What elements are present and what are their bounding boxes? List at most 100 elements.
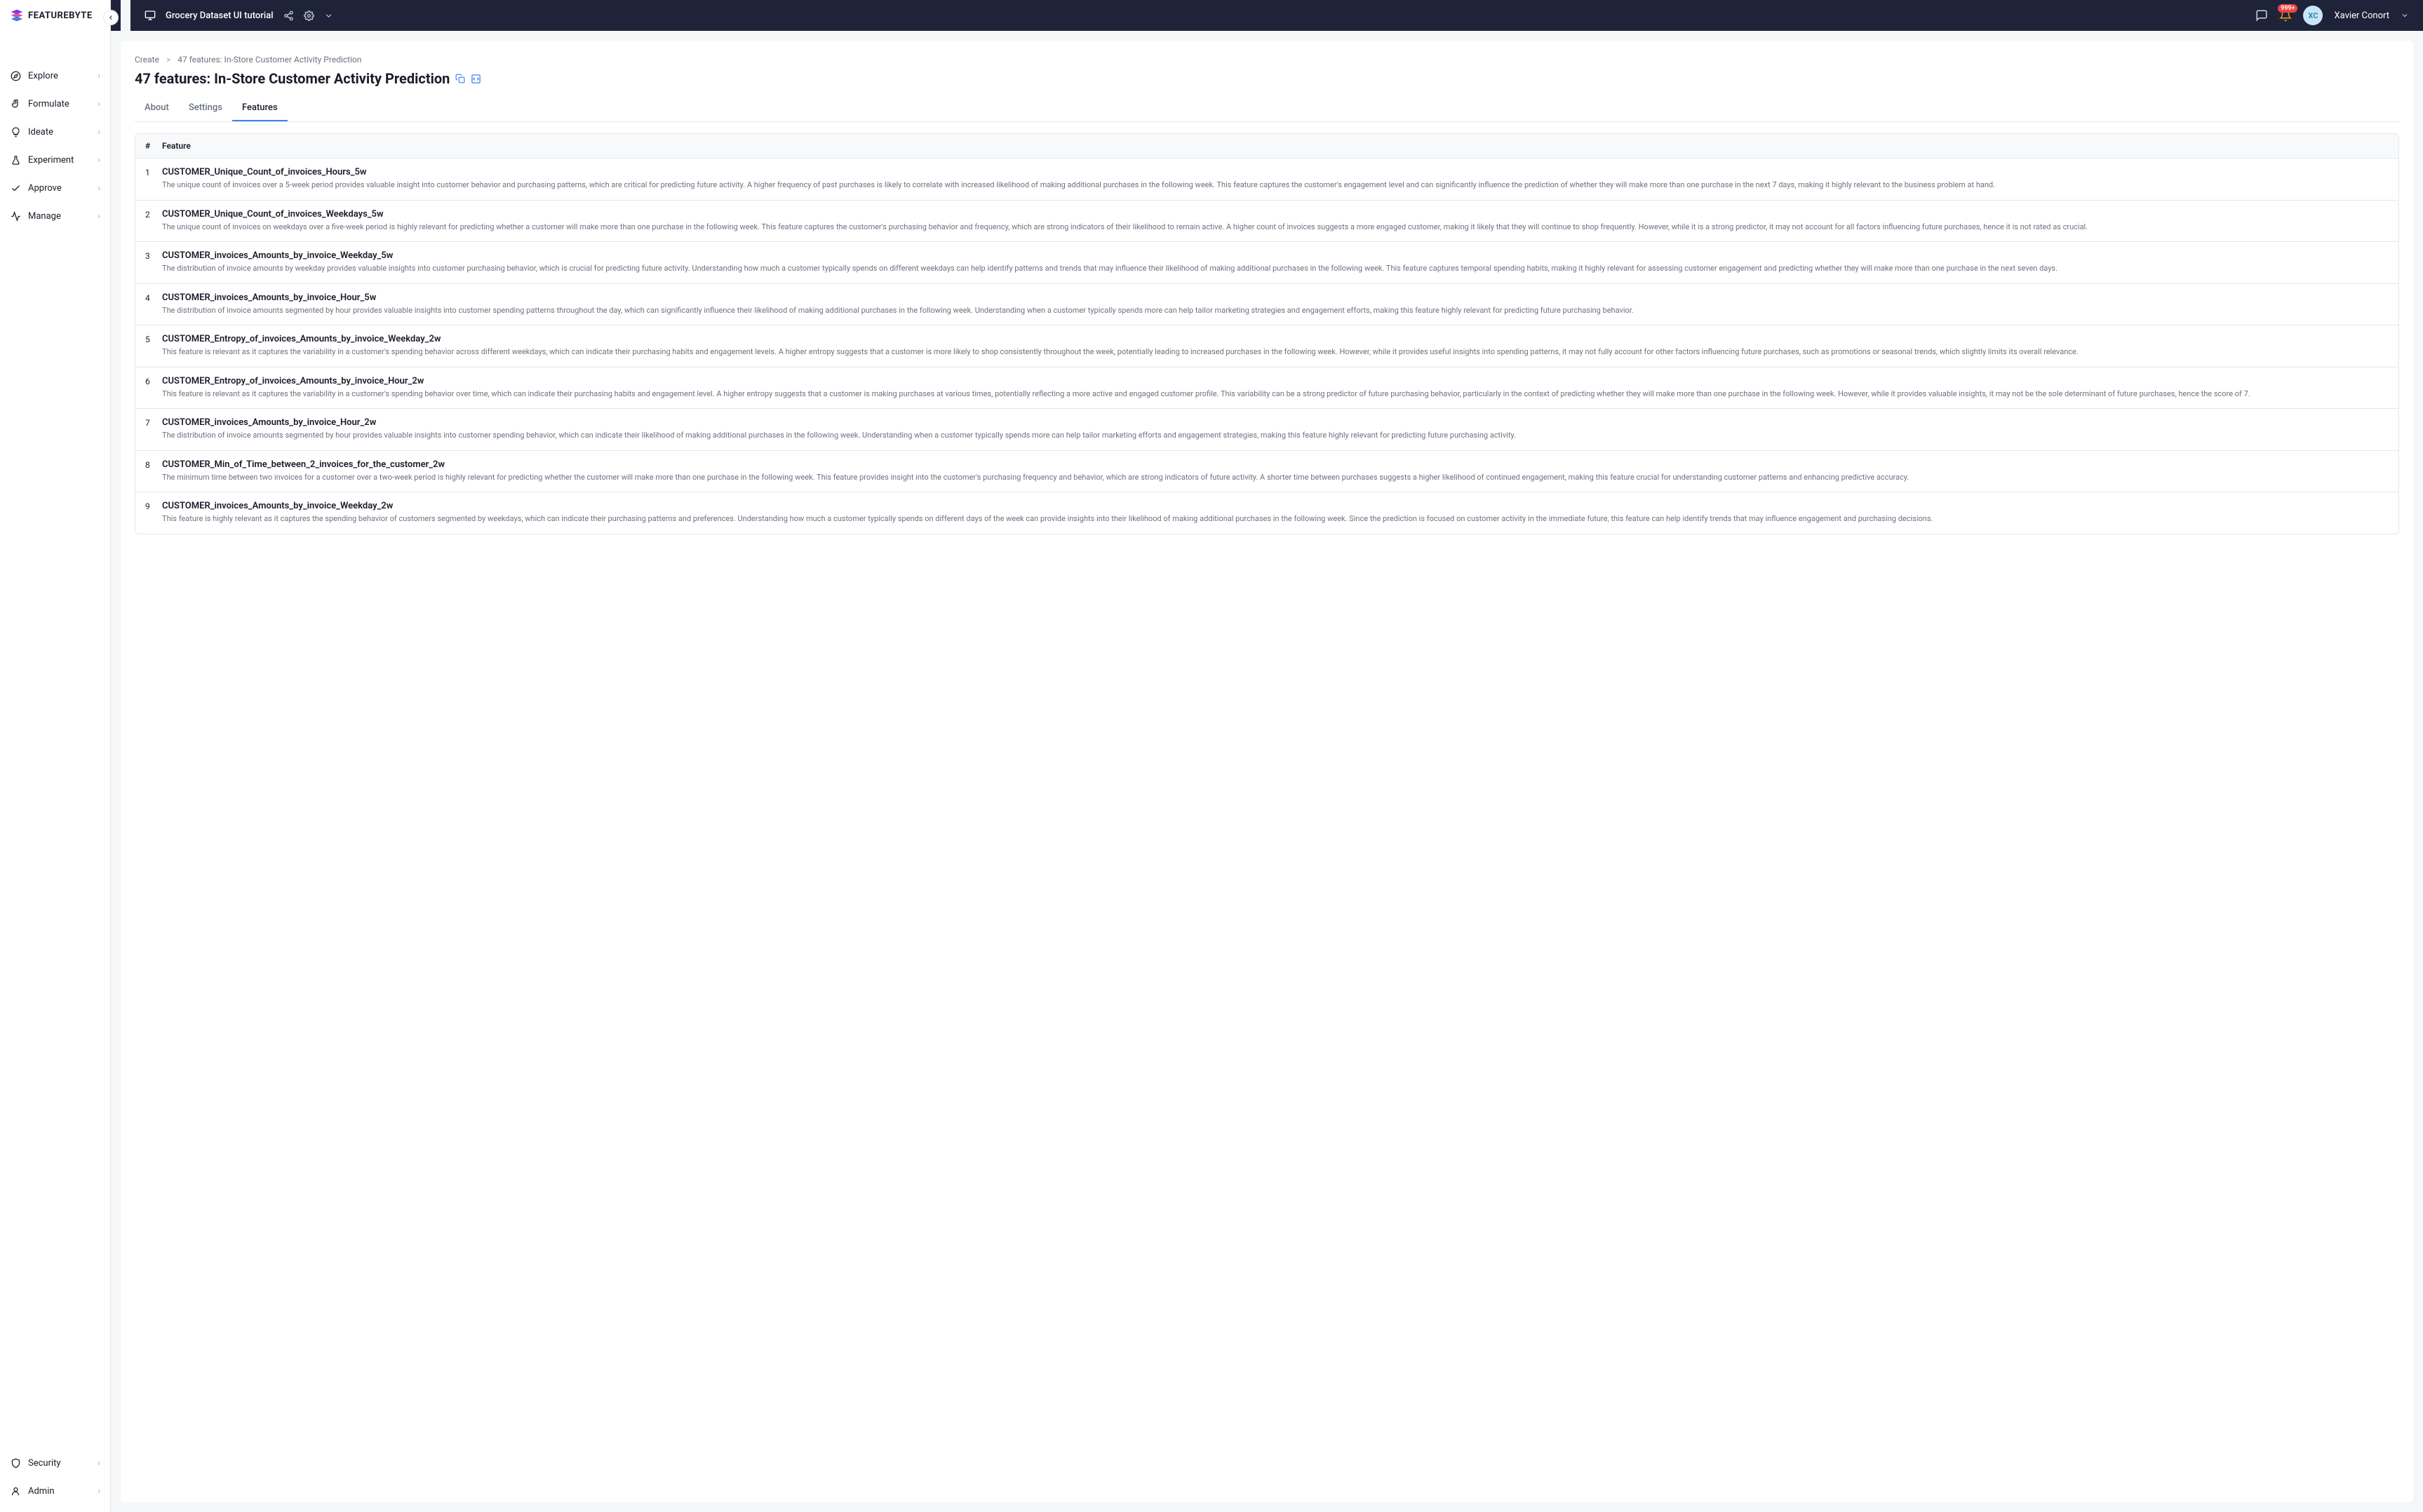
avatar[interactable]: XC <box>2303 6 2323 25</box>
code-icon[interactable] <box>471 74 481 84</box>
sidebar-item-label: Explore <box>28 71 58 81</box>
feature-desc: The distribution of invoice amounts by w… <box>162 263 2389 275</box>
feature-desc: The minimum time between two invoices fo… <box>162 472 2389 484</box>
main-panel: Create > 47 features: In-Store Customer … <box>121 41 2413 1502</box>
notification-badge: 999+ <box>2278 4 2297 13</box>
sidebar-item-label: Approve <box>28 183 62 194</box>
breadcrumb-root[interactable]: Create <box>135 55 159 65</box>
check-icon <box>10 182 21 194</box>
feature-name: CUSTOMER_Unique_Count_of_invoices_Weekda… <box>162 209 2389 220</box>
chevron-right-icon: › <box>98 211 100 221</box>
row-num: 7 <box>145 417 162 428</box>
project-name: Grocery Dataset UI tutorial <box>166 11 274 21</box>
chevron-right-icon: › <box>98 71 100 81</box>
sidebar-item-label: Security <box>28 1458 61 1469</box>
sidebar-item-label: Ideate <box>28 127 53 137</box>
sidebar-item-approve[interactable]: Approve › <box>0 174 110 202</box>
sidebar-item-explore[interactable]: Explore › <box>0 62 110 90</box>
row-num: 8 <box>145 459 162 470</box>
sidebar-item-manage[interactable]: Manage › <box>0 202 110 230</box>
sidebar-item-admin[interactable]: Admin › <box>0 1477 110 1505</box>
tab-settings[interactable]: Settings <box>179 95 232 121</box>
chevron-right-icon: › <box>98 99 100 109</box>
user-icon <box>10 1485 21 1497</box>
chevron-right-icon: › <box>98 127 100 137</box>
sidebar-item-label: Admin <box>28 1486 55 1497</box>
feature-table: # Feature 1CUSTOMER_Unique_Count_of_invo… <box>135 133 2399 534</box>
copy-icon[interactable] <box>455 74 465 83</box>
row-num: 5 <box>145 334 162 344</box>
table-row[interactable]: 9CUSTOMER_invoices_Amounts_by_invoice_We… <box>135 492 2398 534</box>
table-row[interactable]: 4CUSTOMER_invoices_Amounts_by_invoice_Ho… <box>135 284 2398 326</box>
chat-icon[interactable] <box>2255 9 2268 22</box>
gear-icon[interactable] <box>304 11 314 21</box>
user-name: Xavier Conort <box>2334 11 2389 21</box>
chevron-down-icon[interactable] <box>2401 11 2409 20</box>
compass-icon <box>10 70 21 81</box>
sidebar-item-formulate[interactable]: Formulate › <box>0 90 110 118</box>
lightbulb-icon <box>10 126 21 137</box>
sidebar-bottom: Security › Admin › <box>0 1449 110 1512</box>
breadcrumb: Create > 47 features: In-Store Customer … <box>135 55 2399 65</box>
feature-name: CUSTOMER_invoices_Amounts_by_invoice_Wee… <box>162 250 2389 261</box>
sidebar-nav: Explore › Formulate › Ideate <box>0 31 110 1449</box>
brand-mark-icon <box>10 8 24 22</box>
feature-desc: This feature is highly relevant as it ca… <box>162 513 2389 525</box>
row-num: 9 <box>145 501 162 511</box>
sidebar-collapse-toggle[interactable] <box>103 10 119 25</box>
share-icon[interactable] <box>283 11 294 21</box>
row-num: 4 <box>145 292 162 303</box>
tabs: About Settings Features <box>135 95 2399 122</box>
sidebar-item-label: Experiment <box>28 155 74 166</box>
tab-about[interactable]: About <box>135 95 179 121</box>
table-header: # Feature <box>135 134 2398 158</box>
tab-features[interactable]: Features <box>232 95 288 121</box>
brand-logo[interactable]: FEATUREBYTE <box>0 0 110 31</box>
sidebar-item-security[interactable]: Security › <box>0 1449 110 1477</box>
row-num: 1 <box>145 167 162 177</box>
page-title: 47 features: In-Store Customer Activity … <box>135 70 450 87</box>
chevron-right-icon: › <box>98 1486 100 1496</box>
bell-icon[interactable]: 999+ <box>2279 9 2292 22</box>
feature-desc: The distribution of invoice amounts segm… <box>162 305 2389 317</box>
table-row[interactable]: 1CUSTOMER_Unique_Count_of_invoices_Hours… <box>135 158 2398 201</box>
table-row[interactable]: 2CUSTOMER_Unique_Count_of_invoices_Weekd… <box>135 201 2398 243</box>
feature-name: CUSTOMER_Entropy_of_invoices_Amounts_by_… <box>162 376 2389 386</box>
row-num: 2 <box>145 209 162 220</box>
sidebar-item-experiment[interactable]: Experiment › <box>0 146 110 174</box>
feature-desc: The unique count of invoices on weekdays… <box>162 222 2389 234</box>
col-header-feature: Feature <box>162 141 2389 151</box>
table-row[interactable]: 3CUSTOMER_invoices_Amounts_by_invoice_We… <box>135 242 2398 284</box>
feature-desc: This feature is relevant as it captures … <box>162 346 2389 358</box>
col-header-num: # <box>145 141 162 151</box>
flask-icon <box>10 154 21 166</box>
feature-desc: This feature is relevant as it captures … <box>162 389 2389 400</box>
feature-name: CUSTOMER_invoices_Amounts_by_invoice_Wee… <box>162 501 2389 511</box>
table-row[interactable]: 6CUSTOMER_Entropy_of_invoices_Amounts_by… <box>135 367 2398 410</box>
chevron-right-icon: › <box>98 1458 100 1468</box>
sidebar: FEATUREBYTE Explore › Form <box>0 0 111 1512</box>
sidebar-item-ideate[interactable]: Ideate › <box>0 118 110 146</box>
chevron-right-icon: › <box>98 183 100 193</box>
table-row[interactable]: 8CUSTOMER_Min_of_Time_between_2_invoices… <box>135 451 2398 493</box>
hand-icon <box>10 98 21 109</box>
feature-name: CUSTOMER_Entropy_of_invoices_Amounts_by_… <box>162 334 2389 344</box>
breadcrumb-sep: > <box>166 55 170 65</box>
feature-name: CUSTOMER_invoices_Amounts_by_invoice_Hou… <box>162 292 2389 303</box>
brand-text: FEATUREBYTE <box>28 11 93 21</box>
sidebar-item-label: Manage <box>28 211 61 222</box>
chevron-right-icon: › <box>98 155 100 165</box>
row-num: 6 <box>145 376 162 386</box>
breadcrumb-current: 47 features: In-Store Customer Activity … <box>177 55 361 65</box>
feature-desc: The unique count of invoices over a 5-we… <box>162 180 2389 191</box>
row-num: 3 <box>145 250 162 261</box>
table-row[interactable]: 7CUSTOMER_invoices_Amounts_by_invoice_Ho… <box>135 409 2398 451</box>
activity-icon <box>10 210 21 222</box>
project-selector[interactable]: Grocery Dataset UI tutorial <box>130 0 346 31</box>
monitor-icon <box>145 10 156 21</box>
sidebar-item-label: Formulate <box>28 99 69 109</box>
chevron-down-icon[interactable] <box>324 11 333 20</box>
table-row[interactable]: 5CUSTOMER_Entropy_of_invoices_Amounts_by… <box>135 325 2398 367</box>
topbar: Grocery Dataset UI tutorial 999+ <box>111 0 2423 31</box>
feature-name: CUSTOMER_invoices_Amounts_by_invoice_Hou… <box>162 417 2389 428</box>
